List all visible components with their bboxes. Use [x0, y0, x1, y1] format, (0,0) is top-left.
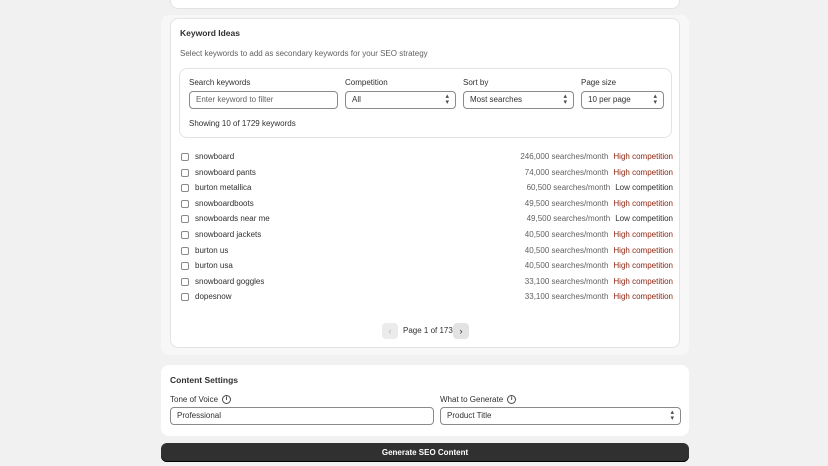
- keyword-searches: 60,500 searches/month: [526, 183, 611, 193]
- keyword-checkbox[interactable]: [181, 199, 189, 208]
- keyword-searches: 33,100 searches/month: [524, 292, 609, 302]
- keyword-checkbox[interactable]: [181, 153, 189, 161]
- keyword-checkbox[interactable]: [181, 184, 189, 193]
- keyword-competition: High competition: [613, 167, 673, 177]
- generate-seo-content-button[interactable]: Generate SEO Content: [161, 443, 689, 462]
- chevron-right-icon[interactable]: ›: [453, 323, 469, 339]
- select-chevrons-icon: ▴ ▾: [670, 409, 674, 422]
- page-size-label: Page size: [581, 78, 617, 87]
- search-keywords-input[interactable]: Enter keyword to filter: [189, 91, 338, 109]
- keyword-competition: High competition: [613, 152, 673, 161]
- keyword-filters: Search keywords Enter keyword to filter …: [179, 68, 672, 138]
- info-icon[interactable]: i: [222, 395, 232, 405]
- keyword-checkbox[interactable]: [181, 277, 189, 286]
- select-chevrons-icon: ▴ ▾: [653, 93, 657, 106]
- sort-by-select-value: Most searches: [470, 95, 523, 104]
- keyword-name: dopesnow: [195, 292, 232, 302]
- keyword-row[interactable]: snowboardboots 49,500 searches/month High …: [181, 198, 673, 214]
- keyword-searches: 40,500 searches/month: [524, 261, 609, 271]
- keyword-checkbox[interactable]: [181, 262, 189, 271]
- content-settings-card: Content Settings Tone of Voice i Professi…: [161, 365, 689, 436]
- keyword-competition: High competition: [613, 245, 673, 255]
- tone-of-voice-input[interactable]: Professional: [170, 407, 434, 425]
- keyword-searches: 246,000 searches/month: [520, 152, 609, 161]
- keyword-name: snowboard jackets: [195, 229, 262, 239]
- keyword-name: burton us: [195, 245, 229, 255]
- content-settings-title: Content Settings: [170, 375, 238, 385]
- what-to-generate-value: Product Title: [447, 411, 492, 420]
- showing-count: Showing 10 of 1729 keywords: [189, 119, 296, 128]
- page-size-select[interactable]: 10 per page ▴ ▾: [581, 91, 664, 109]
- sort-by-select[interactable]: Most searches ▴ ▾: [463, 91, 574, 109]
- keyword-checkbox[interactable]: [181, 168, 189, 177]
- keyword-name: snowboard goggles: [195, 276, 265, 286]
- select-chevrons-icon: ▴ ▾: [445, 93, 449, 106]
- keyword-searches: 74,000 searches/month: [524, 167, 609, 177]
- competition-select-value: All: [352, 95, 361, 104]
- keyword-row[interactable]: dopesnow 33,100 searches/month High compet…: [181, 291, 673, 307]
- keyword-metrics: 74,000 searches/month High competition: [525, 168, 673, 177]
- keyword-searches: 33,100 searches/month: [524, 276, 609, 286]
- keyword-row[interactable]: snowboard goggles 33,100 searches/month Hi…: [181, 276, 673, 292]
- tone-of-voice-label: Tone of Voice i: [170, 395, 232, 405]
- keyword-row[interactable]: burton us 40,500 searches/month High compe…: [181, 245, 673, 261]
- keyword-checkbox[interactable]: [181, 293, 189, 302]
- keyword-row[interactable]: snowboard pants 74,000 searches/month High…: [181, 167, 673, 183]
- keyword-searches: 40,500 searches/month: [524, 245, 609, 255]
- keyword-searches: 49,500 searches/month: [526, 214, 611, 224]
- keyword-row[interactable]: snowboard jackets 40,500 searches/month Hi…: [181, 229, 673, 245]
- tone-of-voice-label-text: Tone of Voice: [170, 395, 219, 404]
- keyword-competition: Low competition: [615, 183, 673, 193]
- keyword-name: burton metallica: [195, 183, 252, 193]
- keyword-metrics: 40,500 searches/month High competition: [525, 230, 673, 239]
- keyword-ideas-card: Keyword Ideas Select keywords to add as …: [170, 18, 680, 348]
- what-to-generate-label: What to Generate i: [440, 395, 517, 405]
- keyword-name: burton usa: [195, 261, 233, 271]
- keyword-row[interactable]: burton metallica 60,500 searches/month Low…: [181, 182, 673, 198]
- keyword-checkbox[interactable]: [181, 230, 189, 239]
- pagination-text: Page 1 of 173: [403, 326, 453, 335]
- sort-by-label: Sort by: [463, 78, 489, 87]
- keyword-competition: Low competition: [615, 214, 673, 224]
- keyword-row[interactable]: burton usa 40,500 searches/month High comp…: [181, 260, 673, 276]
- select-chevrons-icon: ▴ ▾: [563, 93, 567, 106]
- keyword-checkbox[interactable]: [181, 215, 189, 224]
- keyword-name: snowboard pants: [195, 167, 256, 177]
- page-size-select-value: 10 per page: [588, 95, 631, 104]
- keyword-searches: 40,500 searches/month: [524, 229, 609, 239]
- search-keywords-label: Search keywords: [189, 78, 251, 87]
- keyword-metrics: 33,100 searches/month High competition: [525, 277, 673, 286]
- keyword-competition: High competition: [613, 276, 673, 286]
- keyword-metrics: 60,500 searches/month Low competition: [527, 183, 673, 192]
- what-to-generate-select[interactable]: Product Title ▴ ▾: [440, 407, 681, 425]
- previous-section-card: [170, 0, 680, 9]
- keyword-name: snowboards near me: [195, 214, 270, 224]
- competition-label: Competition: [345, 78, 388, 87]
- keyword-competition: High competition: [613, 198, 673, 208]
- keyword-list: snowboard 246,000 searches/month High comp…: [181, 151, 673, 307]
- keyword-metrics: 49,500 searches/month Low competition: [527, 214, 673, 223]
- keyword-metrics: 40,500 searches/month High competition: [525, 246, 673, 255]
- keyword-checkbox[interactable]: [181, 246, 189, 255]
- keyword-metrics: 33,100 searches/month High competition: [525, 292, 673, 301]
- keyword-competition: High competition: [613, 292, 673, 302]
- keyword-searches: 49,500 searches/month: [524, 198, 609, 208]
- keyword-metrics: 49,500 searches/month High competition: [525, 199, 673, 208]
- what-to-generate-label-text: What to Generate: [440, 395, 504, 404]
- keyword-name: snowboardboots: [195, 198, 254, 208]
- keyword-name: snowboard: [195, 152, 235, 161]
- keyword-metrics: 40,500 searches/month High competition: [525, 261, 673, 270]
- keyword-competition: High competition: [613, 229, 673, 239]
- keyword-row[interactable]: snowboard 246,000 searches/month High comp…: [181, 151, 673, 167]
- info-icon[interactable]: i: [507, 395, 517, 405]
- keyword-row[interactable]: snowboards near me 49,500 searches/month L…: [181, 213, 673, 229]
- chevron-left-icon[interactable]: ‹: [382, 323, 398, 339]
- keyword-ideas-subtitle: Select keywords to add as secondary keyw…: [180, 49, 428, 58]
- competition-select[interactable]: All ▴ ▾: [345, 91, 456, 109]
- keyword-metrics: 246,000 searches/month High competition: [520, 152, 673, 161]
- keyword-competition: High competition: [613, 261, 673, 271]
- keyword-ideas-title: Keyword Ideas: [180, 28, 240, 38]
